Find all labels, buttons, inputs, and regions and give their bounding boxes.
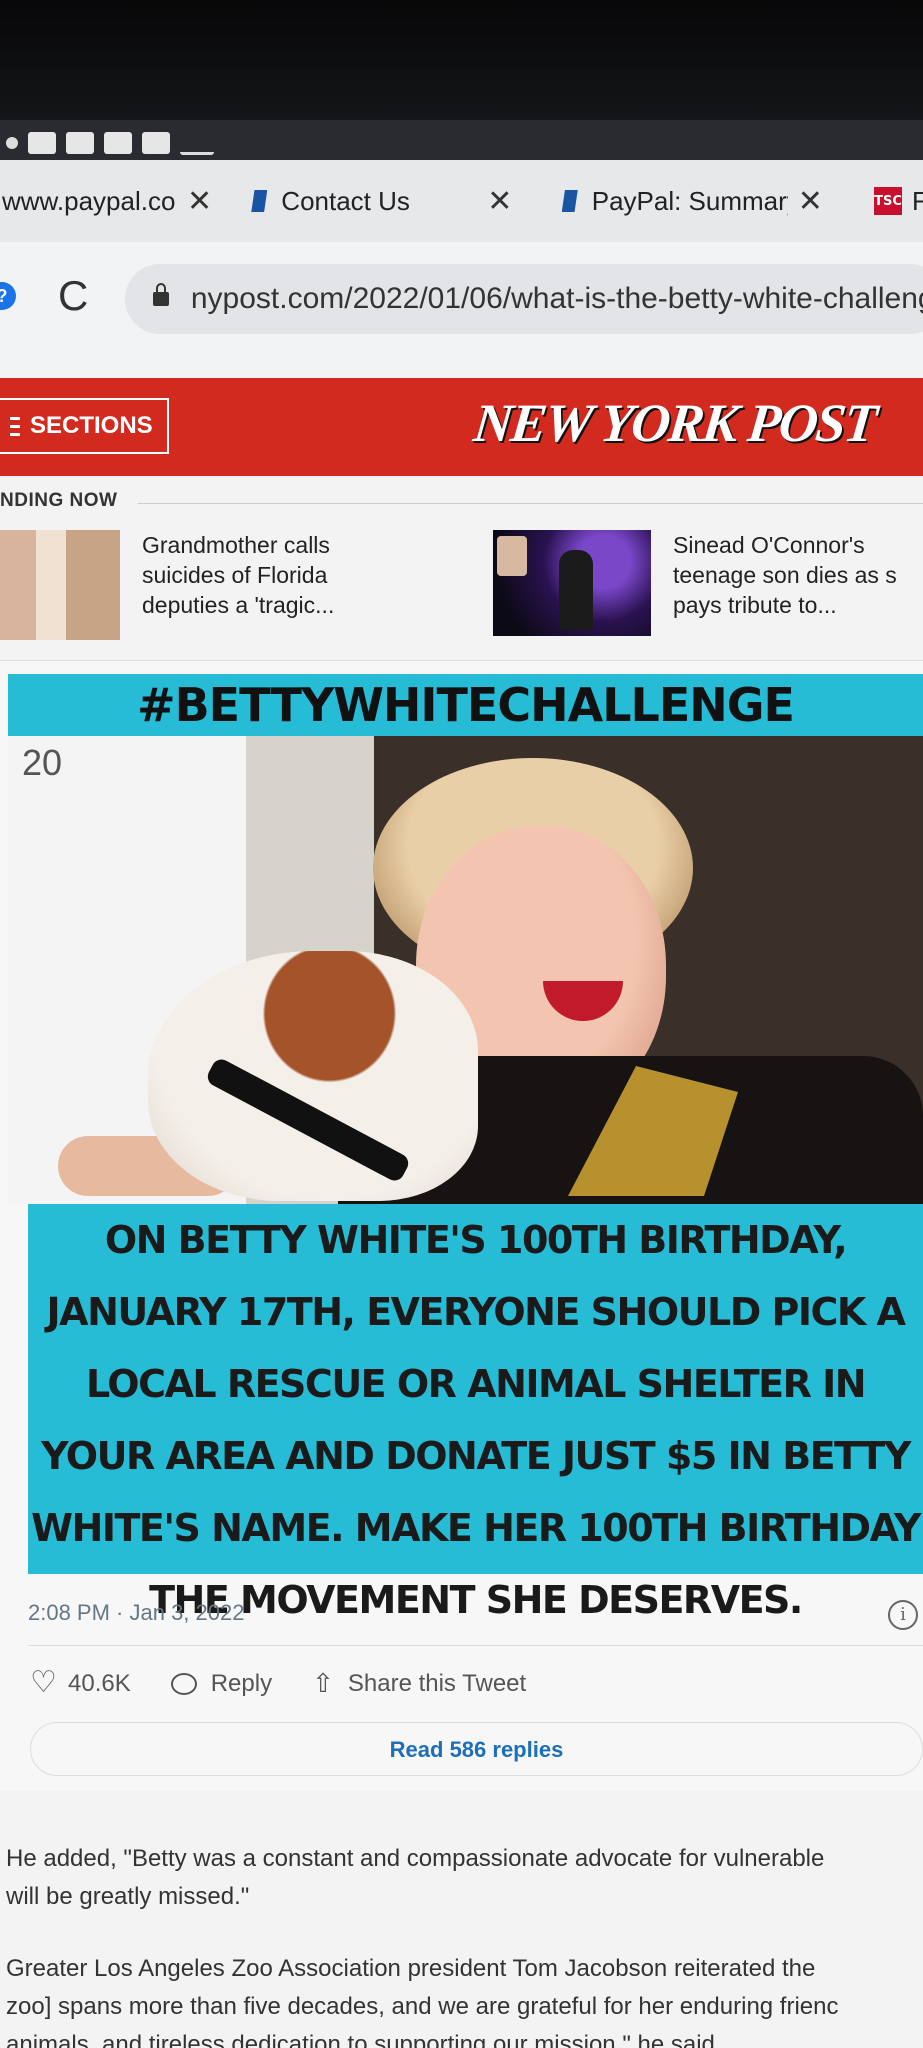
article-line: He added, "Betty was a constant and comp… [6, 1845, 825, 1872]
like-count: 40.6K [68, 1669, 131, 1697]
hamburger-icon [10, 424, 20, 428]
sections-button[interactable]: SECTIONS [0, 398, 169, 454]
reply-icon [170, 1672, 197, 1695]
divider [138, 503, 923, 504]
article-paragraph: He added, "Betty was a constant and comp… [6, 1840, 923, 1916]
photo-stamp: 20 [22, 742, 63, 783]
app-icon[interactable] [66, 131, 94, 154]
tab-paypal-1[interactable]: www.paypal.com ✕ [0, 160, 221, 242]
tab-paypal-summary[interactable]: PayPal: Summary ✕ [528, 160, 838, 242]
article-line: Greater Los Angeles Zoo Association pres… [6, 1955, 816, 1982]
heart-icon [30, 1665, 57, 1700]
info-icon[interactable]: i [888, 1600, 918, 1630]
trending-thumbnail[interactable] [0, 530, 120, 640]
tab-title: Contact Us [281, 185, 410, 216]
reply-label: Reply [210, 1669, 273, 1697]
url-text[interactable]: nypost.com/2022/01/06/what-is-the-betty-… [191, 282, 923, 316]
mail-icon[interactable] [28, 131, 56, 154]
nypost-logo[interactable]: NEW YORK POST [471, 392, 879, 454]
trending-headline[interactable]: Grandmother calls suicides of Florida de… [142, 530, 392, 640]
tab-tsc[interactable]: TSC F [838, 160, 923, 242]
article-line: animals, and tireless dedication to supp… [6, 2031, 722, 2048]
tab-strip: www.paypal.com ✕ Contact Us ✕ PayPal: Su… [0, 160, 923, 242]
windows-taskbar [0, 120, 923, 165]
trending-headline[interactable]: Sinead O'Connor's teenage son dies as s … [673, 530, 913, 636]
image-caption: ON BETTY WHITE'S 100TH BIRTHDAY, JANUARY… [28, 1204, 923, 1622]
share-label: Share this Tweet [347, 1669, 527, 1697]
monitor-bezel [0, 0, 923, 165]
article-paragraph: Greater Los Angeles Zoo Association pres… [6, 1950, 923, 2048]
close-tab-icon[interactable]: ✕ [187, 184, 212, 219]
address-bar-row: ? C nypost.com/2022/01/06/what-is-the-be… [0, 242, 923, 357]
address-bar[interactable]: nypost.com/2022/01/06/what-is-the-betty-… [125, 264, 923, 334]
taskbar-dot-icon [6, 136, 18, 149]
article-line: zoo] spans more than five decades, and w… [6, 1993, 839, 2020]
reply-button[interactable]: Reply [170, 1669, 273, 1698]
trending-thumbnail[interactable] [493, 530, 651, 636]
nypost-header: SECTIONS NEW YORK POST [0, 378, 923, 476]
tab-title: PayPal: Summary [591, 185, 788, 216]
mail-icon[interactable] [104, 131, 132, 154]
read-replies-button[interactable]: Read 586 replies [30, 1722, 923, 1776]
share-button[interactable]: ⇧ Share this Tweet [312, 1668, 526, 1699]
paypal-favicon-icon [561, 190, 578, 212]
betty-white-photo: 20 [8, 736, 923, 1204]
like-button[interactable]: 40.6K [30, 1665, 131, 1700]
share-icon: ⇧ [312, 1668, 334, 1698]
tab-title: F [911, 185, 923, 216]
close-tab-icon[interactable]: ✕ [487, 184, 512, 219]
trending-label: NDING NOW [0, 490, 118, 511]
article-body: He added, "Betty was a constant and comp… [6, 1840, 923, 2048]
tweet-timestamp[interactable]: 2:08 PM · Jan 3, 2022 [28, 1600, 244, 1626]
network-icon[interactable] [180, 130, 214, 155]
help-icon[interactable]: ? [0, 282, 16, 310]
tsc-favicon-icon: TSC [874, 187, 902, 215]
close-tab-icon[interactable]: ✕ [798, 184, 823, 219]
sections-label: SECTIONS [30, 412, 153, 439]
trending-item[interactable]: Grandmother calls suicides of Florida de… [0, 530, 392, 640]
paypal-favicon-icon [251, 190, 268, 212]
browser-window: www.paypal.com ✕ Contact Us ✕ PayPal: Su… [0, 160, 923, 2048]
mail-icon[interactable] [142, 131, 170, 154]
tweet-image[interactable]: #BETTYWHITECHALLENGE 20 ON BETTY WHITE'S… [8, 674, 923, 1622]
lock-icon[interactable] [153, 283, 169, 306]
tab-contact-us[interactable]: Contact Us ✕ [221, 160, 527, 242]
tweet-actions: 40.6K Reply ⇧ Share this Tweet [30, 1665, 566, 1700]
image-title: #BETTYWHITECHALLENGE [8, 674, 923, 736]
divider [28, 1645, 923, 1646]
tab-title: www.paypal.com [2, 185, 177, 216]
article-line: will be greatly missed." [6, 1883, 250, 1910]
reload-icon[interactable]: C [58, 272, 88, 320]
trending-item[interactable]: Sinead O'Connor's teenage son dies as s … [493, 530, 913, 636]
